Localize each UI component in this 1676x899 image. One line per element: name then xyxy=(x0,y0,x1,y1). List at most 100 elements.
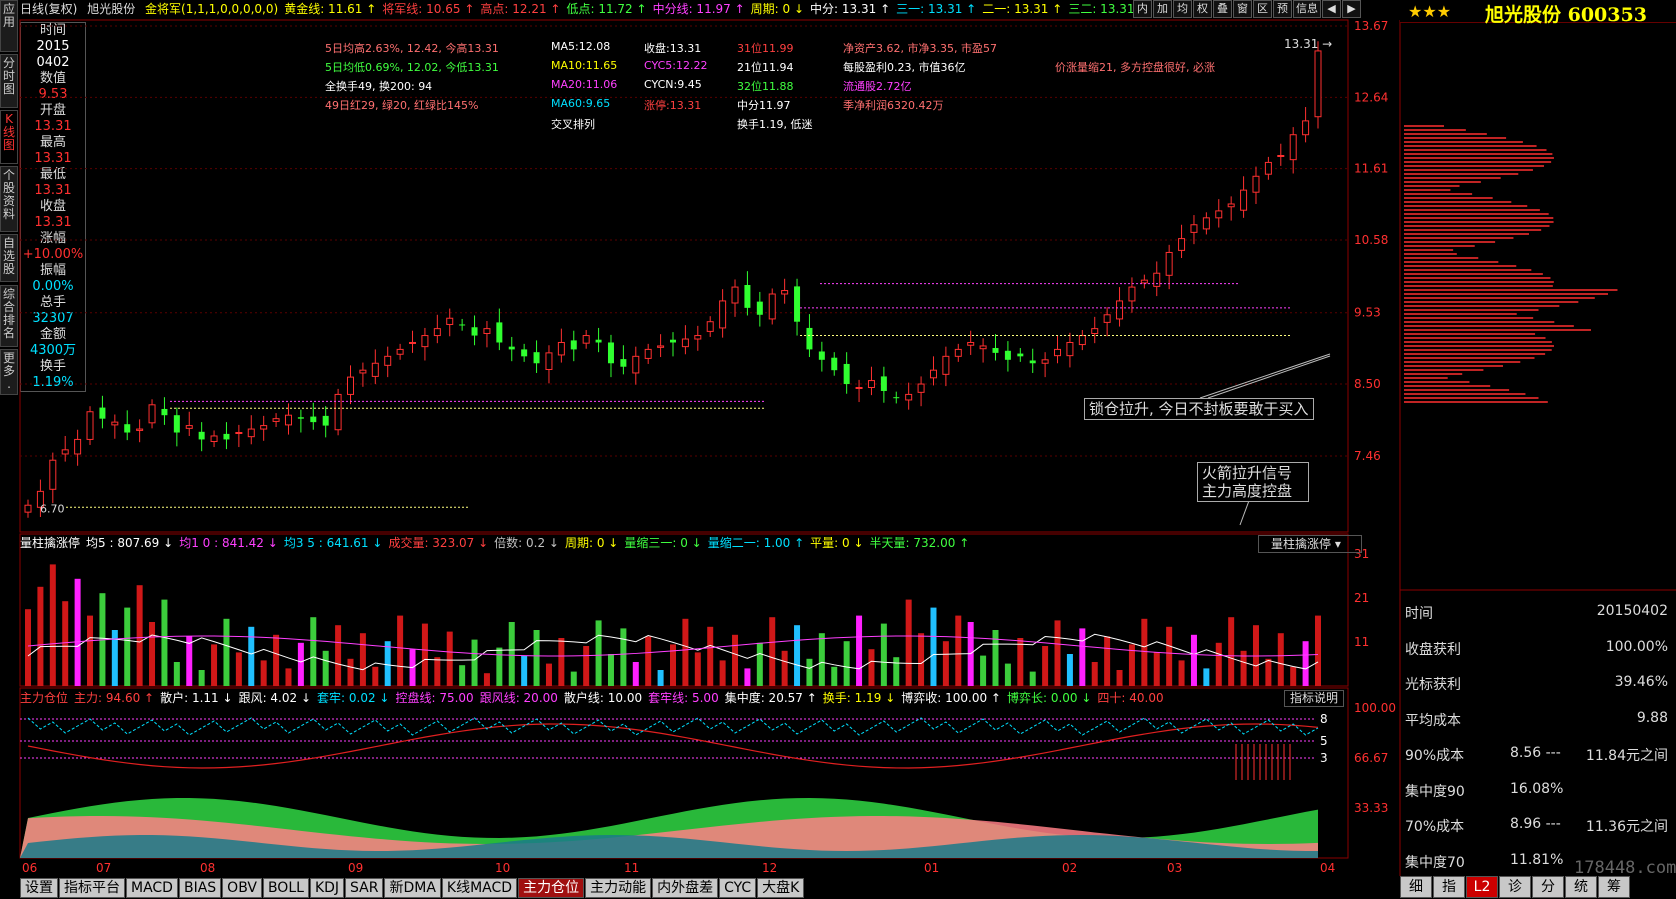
candle-body xyxy=(706,321,714,332)
candle-body xyxy=(781,290,789,295)
candle-body xyxy=(459,324,466,326)
stat-col5-2: 流通股2.72亿 xyxy=(843,80,912,93)
bottom-tab-11[interactable]: 主力动能 xyxy=(585,878,652,898)
ind_bar-value-13: 四十: 40.00 xyxy=(1097,691,1164,705)
bottom-tab-5[interactable]: BOLL xyxy=(262,878,309,898)
volume-bar xyxy=(235,652,242,686)
bottom-tab-0[interactable]: 设置 xyxy=(20,878,58,898)
candle-body xyxy=(1128,286,1136,302)
right-tab-1[interactable]: 指 xyxy=(1433,876,1465,898)
vol_bar-value-9: 平量: 0 ↓ xyxy=(810,536,864,550)
candle-body xyxy=(644,348,652,359)
date-tick: 10 xyxy=(495,861,510,875)
candle-body xyxy=(843,363,850,385)
indicator-help-button[interactable]: 指标说明 xyxy=(1284,690,1344,707)
note-pointer xyxy=(1239,497,1251,526)
stat-col1-1: 5日均低0.69%, 12.02, 今低13.31 xyxy=(325,61,499,74)
candle-body xyxy=(433,328,441,337)
candle-body xyxy=(595,339,602,343)
volume-indicator-select[interactable]: 量柱擒涨停 ▾ xyxy=(1258,535,1362,553)
vol_bar-value-2: 均1 0 : 841.42 ↓ xyxy=(179,536,278,550)
bottom-tab-13[interactable]: CYC xyxy=(719,878,757,898)
bottom-tab-14[interactable]: 大盘K xyxy=(757,878,805,898)
candle-body xyxy=(235,432,243,435)
candle-body xyxy=(831,357,838,371)
right-tab-4[interactable]: 分 xyxy=(1532,876,1564,898)
right-tab-3[interactable]: 诊 xyxy=(1499,876,1531,898)
watermark: 178448.com xyxy=(1574,858,1676,878)
candle-body xyxy=(1165,251,1173,276)
volume-bar xyxy=(310,617,317,686)
right-tab-2[interactable]: L2 xyxy=(1466,876,1498,898)
chip-row-mid: 11.81% xyxy=(1510,851,1564,868)
candle-body xyxy=(49,459,57,490)
bottom-tab-7[interactable]: SAR xyxy=(345,878,384,898)
bottom-tab-3[interactable]: BIAS xyxy=(178,878,222,898)
chip-row-value: 100.00% xyxy=(1605,638,1668,655)
right-tab-6[interactable]: 筹 xyxy=(1598,876,1630,898)
bottom-tab-4[interactable]: OBV xyxy=(222,878,262,898)
candle-body xyxy=(818,351,825,360)
stat-col4-1: 21位11.94 xyxy=(737,61,794,74)
candle-body xyxy=(1078,335,1086,346)
volume-bar xyxy=(1315,615,1321,686)
volume-bar xyxy=(893,657,900,686)
candle-body xyxy=(917,383,925,393)
volume-bar xyxy=(421,623,428,686)
note-lock-up: 锁仓拉升, 今日不封板要敢于买入 xyxy=(1084,398,1314,420)
right-tab-0[interactable]: 细 xyxy=(1400,876,1432,898)
candle-body xyxy=(979,345,987,350)
candle-body xyxy=(496,322,503,343)
stat-col2-2: MA20:11.06 xyxy=(551,78,618,91)
chip-row: 70%成本 8.96 --- 11.36元之间 xyxy=(1400,806,1676,840)
candle-body xyxy=(1054,348,1062,357)
volume-bar xyxy=(583,646,590,686)
candle-body xyxy=(681,338,689,348)
volume-bar xyxy=(285,668,292,686)
candle-body xyxy=(545,352,553,370)
volume-bar xyxy=(632,662,639,686)
candle-body xyxy=(1140,279,1148,284)
bottom-tab-2[interactable]: MACD xyxy=(126,878,178,898)
stat-col4-3: 中分11.97 xyxy=(737,99,791,112)
note-rocket: 火箭拉升信号 主力高度控盘 xyxy=(1197,462,1309,502)
bottom-indicator-tabs: 设置 指标平台 MACD BIAS OBV BOLL KDJ SAR 新DMA K线MACD 主力仓… xyxy=(20,878,805,898)
candle-body xyxy=(1264,161,1272,175)
candle-body xyxy=(359,369,367,374)
volume-bar xyxy=(87,615,94,686)
chip-row-mid: 8.96 --- xyxy=(1510,816,1561,832)
bottom-tab-12[interactable]: 内外盘差 xyxy=(652,878,719,898)
volume-bar xyxy=(496,647,503,686)
candle-body xyxy=(893,397,900,399)
bottom-tab-6[interactable]: KDJ xyxy=(309,878,345,898)
candle-body xyxy=(607,342,614,364)
price-tick: 11.61 xyxy=(1354,162,1388,176)
date-tick: 01 xyxy=(924,861,939,875)
indicator-tick: 66.67 xyxy=(1354,751,1388,765)
ind_bar-value-1: 主力: 94.60 ↑ xyxy=(74,691,155,705)
volume-bar xyxy=(694,652,701,686)
date-tick: 07 xyxy=(96,861,111,875)
right-tab-5[interactable]: 统 xyxy=(1565,876,1597,898)
candle-body xyxy=(880,376,887,391)
volume-bar xyxy=(347,658,354,686)
bottom-tab-9[interactable]: K线MACD xyxy=(441,878,518,898)
volume-bar xyxy=(1166,626,1173,686)
volume-bar xyxy=(533,630,540,686)
bottom-tab-10[interactable]: 主力仓位 xyxy=(518,878,585,898)
candle-body xyxy=(322,415,329,426)
price-tick: 10.58 xyxy=(1354,233,1388,247)
ind_bar-value-11: 博弈收: 100.00 ↑ xyxy=(901,691,1001,705)
indicator-tick: 33.33 xyxy=(1354,801,1388,815)
candle-body xyxy=(967,341,975,346)
volume-indicator-header: 量柱擒涨停 均5 : 807.69 ↓ 均1 0 : 841.42 ↓ 均3 5 : … xyxy=(20,534,1320,552)
bottom-tab-8[interactable]: 新DMA xyxy=(384,878,441,898)
candle-body xyxy=(185,425,193,429)
candle-body xyxy=(371,362,379,377)
candle-body xyxy=(1178,238,1186,251)
indicator-mark: 5 xyxy=(1320,734,1328,748)
candle-body xyxy=(1029,360,1036,364)
stat-col5-3: 季净利润6320.42万 xyxy=(843,99,944,112)
bottom-tab-1[interactable]: 指标平台 xyxy=(59,878,125,898)
candle-body xyxy=(582,335,590,344)
